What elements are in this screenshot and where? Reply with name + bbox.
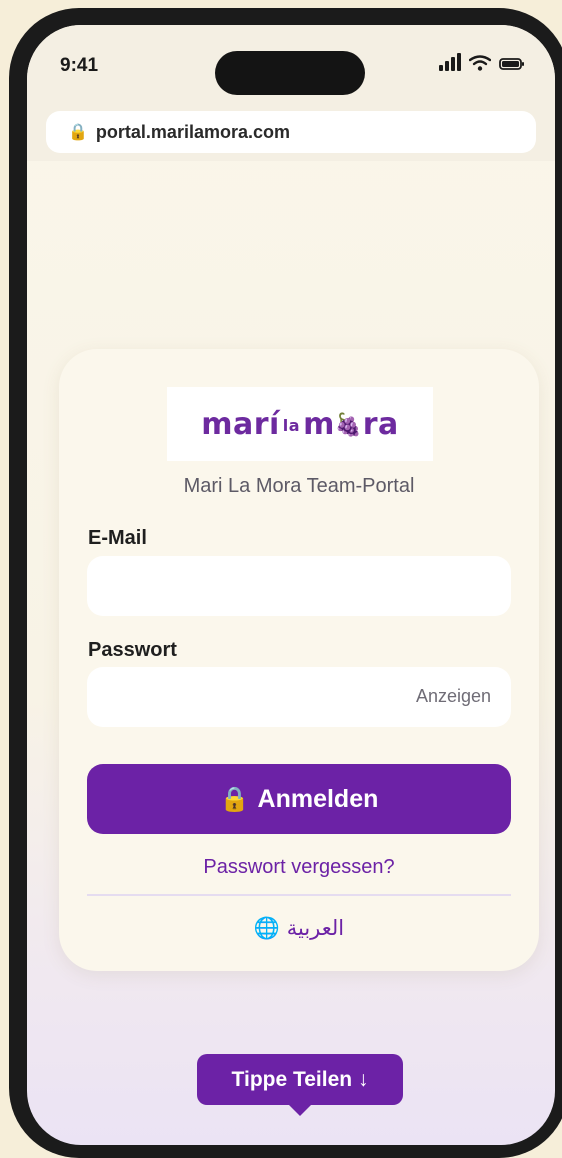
screen: 9:41 🔒 portal.marilamora.com marí la m🍇r… — [27, 25, 555, 1145]
login-button-label: Anmelden — [257, 784, 379, 813]
share-hint-tooltip: Tippe Teilen ↓ — [197, 1054, 403, 1116]
password-field[interactable]: Anzeigen — [87, 667, 511, 727]
status-bar: 9:41 — [27, 25, 555, 99]
browser-toolbar: 🔒 portal.marilamora.com — [27, 99, 555, 161]
address-bar[interactable]: 🔒 portal.marilamora.com — [46, 111, 536, 153]
berry-icon: 🍇 — [334, 412, 363, 438]
show-password-button[interactable]: Anzeigen — [416, 686, 491, 707]
wifi-icon — [469, 55, 491, 71]
language-label: العربية — [286, 916, 345, 940]
status-icons — [439, 53, 525, 71]
divider — [87, 894, 511, 896]
lock-icon: 🔒 — [68, 124, 88, 141]
logo-wordmark: marí la m🍇ra — [201, 406, 399, 442]
phone-frame: 9:41 🔒 portal.marilamora.com marí la m🍇r… — [9, 8, 562, 1158]
brand-logo: marí la m🍇ra — [167, 387, 433, 461]
email-field[interactable] — [87, 556, 511, 616]
lock-icon: 🔒 — [219, 785, 250, 813]
login-card: marí la m🍇ra Mari La Mora Team-Portal E-Ma… — [59, 349, 539, 971]
status-time: 9:41 — [60, 55, 99, 76]
portal-subtitle: Mari La Mora Team-Portal — [183, 475, 415, 497]
password-label: Passwort — [88, 639, 177, 661]
signal-icon — [439, 53, 461, 71]
battery-icon — [499, 58, 524, 70]
dynamic-island — [215, 51, 365, 95]
forgot-password-link[interactable]: Passwort vergessen? — [59, 856, 539, 879]
globe-icon: 🌐 — [253, 916, 281, 940]
email-label: E-Mail — [88, 527, 147, 549]
language-switch[interactable]: 🌐 العربية — [59, 916, 539, 941]
url-text: portal.marilamora.com — [95, 121, 290, 142]
login-button[interactable]: 🔒 Anmelden — [87, 764, 511, 834]
